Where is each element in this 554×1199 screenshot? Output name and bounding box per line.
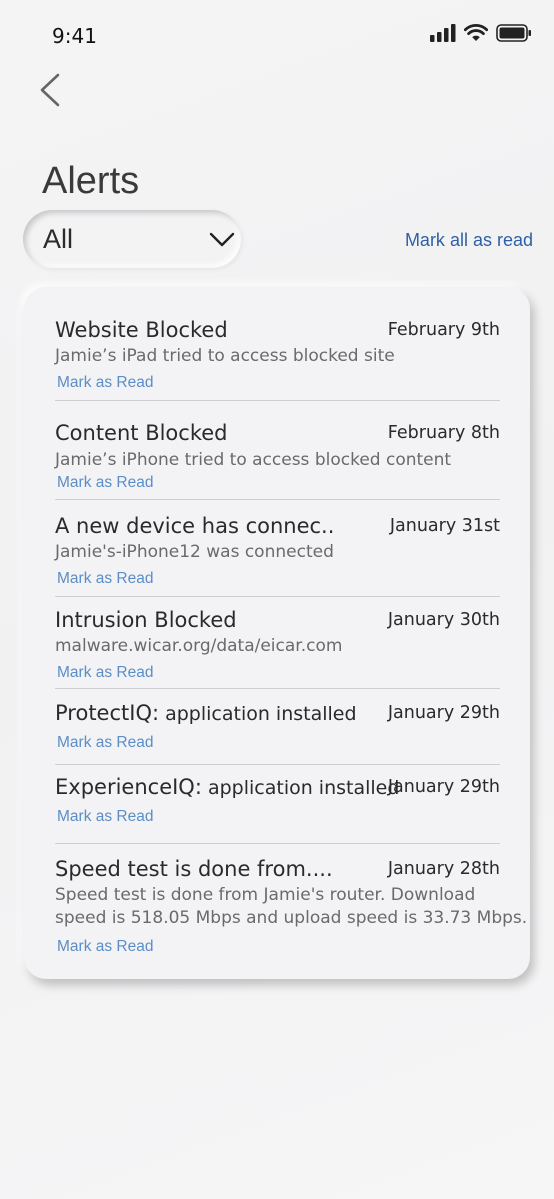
alert-title: A new device has connec.. [55, 514, 335, 538]
alert-date: January 29th [387, 703, 500, 723]
alert-title: ProtectIQ: application installed [55, 701, 357, 725]
alert-date: January 31st [389, 516, 500, 536]
alert-date: February 9th [387, 320, 500, 340]
alert-item: Website Blocked February 9th Jamie’s iPa… [55, 318, 500, 401]
alert-title: Intrusion Blocked [55, 608, 237, 632]
alert-item: A new device has connec.. January 31st J… [55, 514, 500, 597]
filter-selected-value: All [43, 223, 74, 254]
alert-title: ExperienceIQ: application installed [55, 775, 399, 799]
alert-item: Intrusion Blocked January 30th malware.w… [55, 608, 500, 689]
alert-app-name: ProtectIQ: [55, 701, 160, 725]
alert-date: January 29th [387, 777, 500, 797]
alert-description-line: speed is 518.05 Mbps and upload speed is… [55, 908, 528, 928]
mark-as-read-link[interactable]: Mark as Read [57, 938, 153, 956]
alert-description: Jamie's-iPhone12 was connected [55, 542, 334, 562]
alert-date: February 8th [387, 423, 500, 443]
mark-as-read-link[interactable]: Mark as Read [57, 570, 153, 588]
alert-item: ProtectIQ: application installed January… [55, 701, 500, 765]
alert-app-name: ExperienceIQ: [55, 775, 202, 799]
mark-as-read-link[interactable]: Mark as Read [57, 734, 153, 752]
alert-title-suffix: application installed [159, 703, 357, 725]
mark-as-read-link[interactable]: Mark as Read [57, 474, 153, 492]
battery-icon [496, 24, 531, 42]
mark-all-read-link[interactable]: Mark all as read [405, 230, 533, 251]
alert-title: Content Blocked [55, 421, 228, 445]
wifi-icon [464, 24, 488, 41]
alert-item: Content Blocked February 8th Jamie’s iPh… [55, 421, 500, 500]
mark-as-read-link[interactable]: Mark as Read [57, 808, 153, 826]
mark-as-read-link[interactable]: Mark as Read [57, 374, 153, 392]
alert-item: Speed test is done from.... January 28th… [55, 857, 527, 962]
status-bar: 9:41 [0, 0, 554, 70]
alert-title: Speed test is done from.... [55, 857, 333, 881]
status-time: 9:41 [52, 24, 97, 48]
alerts-card: Website Blocked February 9th Jamie’s iPa… [24, 287, 530, 979]
alert-description: malware.wicar.org/data/eicar.com [55, 636, 343, 656]
alert-description-line: Speed test is done from Jamie's router. … [55, 885, 476, 905]
filter-dropdown[interactable]: All [23, 210, 241, 268]
alert-title-suffix: application installed [201, 777, 400, 799]
alert-date: January 28th [387, 859, 500, 879]
page-title: Alerts [42, 160, 140, 202]
alert-item: ExperienceIQ: application installed Janu… [55, 775, 500, 844]
chevron-left-icon [40, 73, 60, 107]
alert-description: Jamie’s iPad tried to access blocked sit… [55, 346, 395, 366]
chevron-down-icon [209, 232, 235, 247]
mark-as-read-link[interactable]: Mark as Read [57, 664, 153, 682]
alert-date: January 30th [387, 610, 500, 630]
alert-title: Website Blocked [55, 318, 228, 342]
back-button[interactable] [34, 70, 74, 110]
signal-icon [430, 24, 456, 42]
status-icons [430, 24, 532, 42]
alert-description: Jamie’s iPhone tried to access blocked c… [55, 450, 452, 470]
